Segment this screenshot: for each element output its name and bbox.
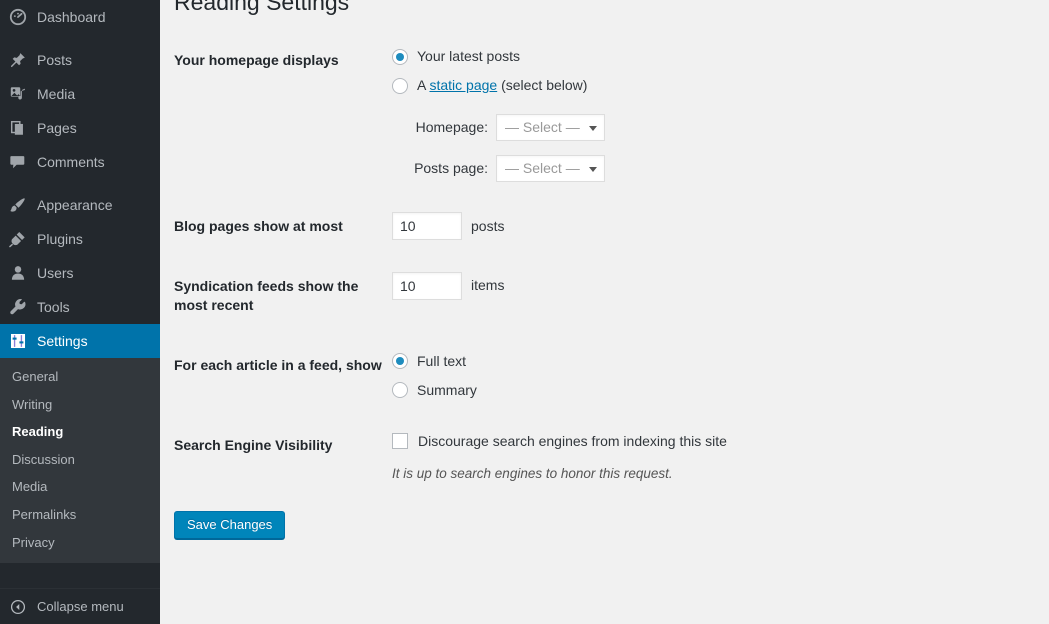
media-icon <box>8 84 28 104</box>
sidebar-item-label: Settings <box>37 334 88 348</box>
homepage-select[interactable]: — Select — <box>496 114 605 141</box>
submit-area: Save Changes <box>174 499 1049 539</box>
menu-separator <box>0 34 160 43</box>
blog-pages-input[interactable] <box>392 212 462 240</box>
collapse-menu-label: Collapse menu <box>37 599 124 614</box>
search-visibility-field: Discourage search engines from indexing … <box>392 416 1034 499</box>
page-title: Reading Settings <box>174 0 1049 17</box>
sidebar-item-comments[interactable]: Comments <box>0 145 160 179</box>
posts-page-select[interactable]: — Select — <box>496 155 605 182</box>
radio-label-static-page[interactable]: A static page (select below) <box>417 75 587 96</box>
radio-row-summary[interactable]: Summary <box>392 380 1024 401</box>
submenu-item-privacy[interactable]: Privacy <box>0 529 160 557</box>
collapse-menu-button[interactable]: Collapse menu <box>0 588 160 624</box>
submenu-item-general[interactable]: General <box>0 363 160 391</box>
reading-settings-form: Your homepage displays Your latest posts… <box>174 31 1034 499</box>
chevron-down-icon <box>589 126 597 131</box>
submenu-item-discussion[interactable]: Discussion <box>0 446 160 474</box>
sidebar-item-label: Pages <box>37 121 77 135</box>
homepage-select-caption: Homepage: <box>392 117 488 138</box>
homepage-displays-label: Your homepage displays <box>174 31 392 197</box>
radio-row-full-text[interactable]: Full text <box>392 351 1024 372</box>
sidebar-item-label: Comments <box>37 155 105 169</box>
wrench-icon <box>8 297 28 317</box>
wordpress-admin-screen: Dashboard Posts Media Pages Comments Appearan… <box>0 0 1049 624</box>
user-icon <box>8 263 28 283</box>
discourage-search-engines-checkbox[interactable] <box>392 433 408 449</box>
posts-page-select-row: Posts page: — Select — <box>392 155 1024 182</box>
syndication-feeds-field: items <box>392 257 1034 336</box>
sidebar-item-label: Plugins <box>37 232 83 246</box>
sidebar-item-label: Users <box>37 266 74 280</box>
blog-pages-field: posts <box>392 197 1034 257</box>
homepage-select-value: — Select — <box>505 117 580 138</box>
sidebar-item-pages[interactable]: Pages <box>0 111 160 145</box>
paintbrush-icon <box>8 195 28 215</box>
sidebar-item-settings[interactable]: Settings <box>0 324 160 358</box>
syndication-feeds-label: Syndication feeds show the most recent <box>174 257 392 336</box>
sidebar-item-posts[interactable]: Posts <box>0 43 160 77</box>
search-visibility-row: Search Engine Visibility Discourage sear… <box>174 416 1034 499</box>
radio-label-full-text[interactable]: Full text <box>417 351 466 372</box>
radio-full-text[interactable] <box>392 353 408 369</box>
radio-row-static-page[interactable]: A static page (select below) <box>392 75 1024 96</box>
admin-menu: Dashboard Posts Media Pages Comments Appearan… <box>0 0 160 358</box>
sidebar-item-dashboard[interactable]: Dashboard <box>0 0 160 34</box>
syndication-feeds-input[interactable] <box>392 272 462 300</box>
sidebar-item-users[interactable]: Users <box>0 256 160 290</box>
posts-page-select-caption: Posts page: <box>392 158 488 179</box>
syndication-feeds-row: Syndication feeds show the most recent i… <box>174 257 1034 336</box>
sidebar-item-tools[interactable]: Tools <box>0 290 160 324</box>
radio-summary[interactable] <box>392 382 408 398</box>
homepage-select-row: Homepage: — Select — <box>392 114 1024 141</box>
discourage-search-engines-label[interactable]: Discourage search engines from indexing … <box>418 431 727 452</box>
sliders-icon <box>8 331 28 351</box>
radio-static-page[interactable] <box>392 78 408 94</box>
dashboard-icon <box>8 7 28 27</box>
sidebar-item-label: Dashboard <box>37 10 106 24</box>
chevron-down-icon <box>589 167 597 172</box>
posts-page-select-value: — Select — <box>505 158 580 179</box>
collapse-arrow-icon <box>8 599 28 615</box>
sidebar-item-label: Tools <box>37 300 70 314</box>
static-suffix-text: (select below) <box>497 77 587 93</box>
homepage-displays-field: Your latest posts A static page (select … <box>392 31 1034 197</box>
radio-latest-posts[interactable] <box>392 49 408 65</box>
blog-pages-label: Blog pages show at most <box>174 197 392 257</box>
settings-submenu: GeneralWritingReadingDiscussionMediaPerm… <box>0 358 160 563</box>
submenu-item-permalinks[interactable]: Permalinks <box>0 501 160 529</box>
feed-article-label: For each article in a feed, show <box>174 336 392 416</box>
submenu-item-media[interactable]: Media <box>0 473 160 501</box>
sidebar-item-label: Media <box>37 87 75 101</box>
settings-content: Reading Settings Your homepage displays … <box>160 0 1049 624</box>
homepage-displays-row: Your homepage displays Your latest posts… <box>174 31 1034 197</box>
blog-pages-row: Blog pages show at most posts <box>174 197 1034 257</box>
search-visibility-hint: It is up to search engines to honor this… <box>392 464 1024 484</box>
radio-label-summary[interactable]: Summary <box>417 380 477 401</box>
sidebar-item-label: Appearance <box>37 198 113 212</box>
pin-icon <box>8 50 28 70</box>
sidebar-item-media[interactable]: Media <box>0 77 160 111</box>
plug-icon <box>8 229 28 249</box>
menu-separator <box>0 179 160 188</box>
radio-row-latest-posts[interactable]: Your latest posts <box>392 46 1024 67</box>
blog-pages-unit: posts <box>471 216 504 237</box>
sidebar-item-appearance[interactable]: Appearance <box>0 188 160 222</box>
static-page-link[interactable]: static page <box>429 77 497 93</box>
syndication-feeds-unit: items <box>471 275 504 296</box>
sidebar-item-label: Posts <box>37 53 72 67</box>
submenu-item-writing[interactable]: Writing <box>0 391 160 419</box>
admin-sidebar: Dashboard Posts Media Pages Comments Appearan… <box>0 0 160 624</box>
sidebar-item-plugins[interactable]: Plugins <box>0 222 160 256</box>
static-prefix-text: A <box>417 77 429 93</box>
feed-article-field: Full text Summary <box>392 336 1034 416</box>
discourage-search-engines-row[interactable]: Discourage search engines from indexing … <box>392 431 1024 452</box>
feed-article-row: For each article in a feed, show Full te… <box>174 336 1034 416</box>
comment-icon <box>8 152 28 172</box>
submenu-item-reading[interactable]: Reading <box>0 418 160 446</box>
save-changes-button[interactable]: Save Changes <box>174 511 285 539</box>
radio-label-latest-posts[interactable]: Your latest posts <box>417 46 520 67</box>
search-visibility-label: Search Engine Visibility <box>174 416 392 499</box>
pages-icon <box>8 118 28 138</box>
